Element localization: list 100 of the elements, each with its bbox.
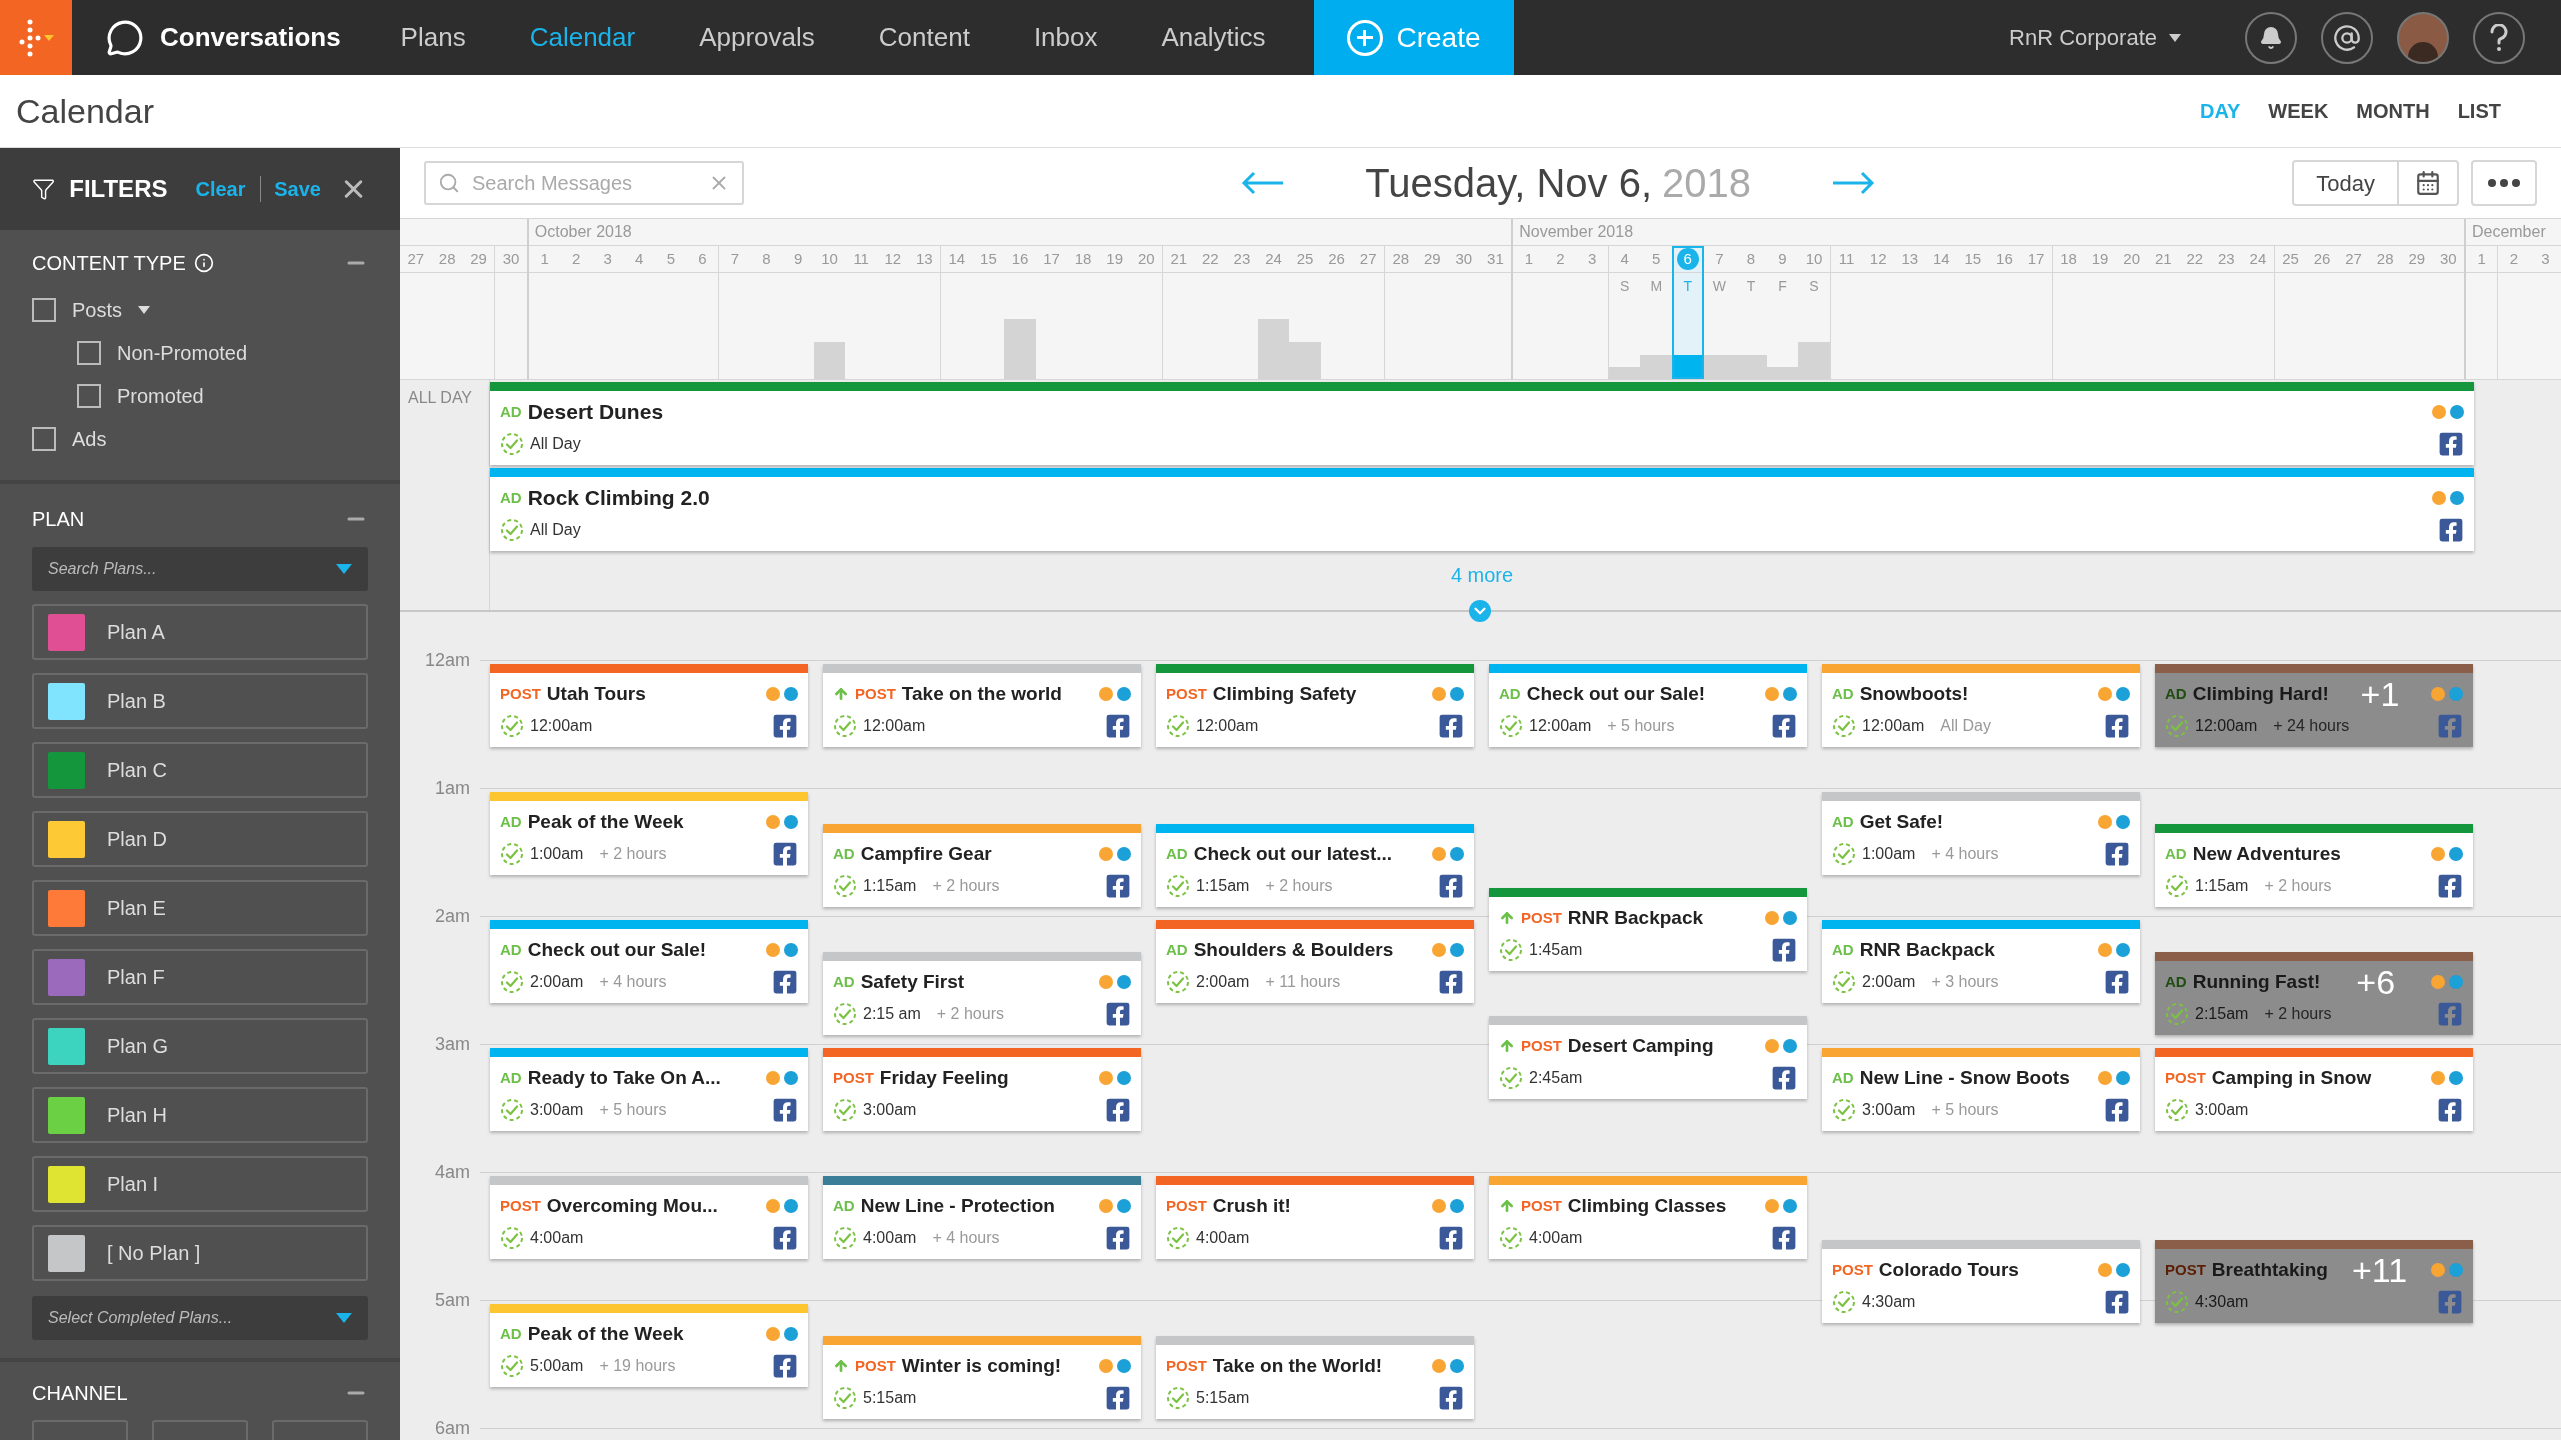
event-card[interactable]: POST Take on the World! 5:15am	[1156, 1336, 1474, 1419]
event-card[interactable]: AD Desert Dunes All Day	[490, 382, 2474, 465]
day-number[interactable]: 15	[1964, 247, 1982, 271]
day-number[interactable]: 9	[793, 247, 803, 271]
day-number[interactable]: 28	[438, 247, 456, 271]
next-arrow-icon[interactable]	[1831, 171, 1876, 195]
plan-search-input[interactable]: Search Plans...	[48, 557, 336, 581]
day-number[interactable]: 27	[407, 247, 425, 271]
day-number[interactable]: 4	[635, 247, 644, 271]
event-card[interactable]: POST Take on the world 12:00am	[823, 664, 1141, 747]
day-number[interactable]: 1	[2477, 247, 2486, 271]
day-number[interactable]: 3	[1587, 247, 1597, 271]
day-number[interactable]: 10	[1805, 247, 1823, 271]
day-number[interactable]: 3	[2541, 247, 2550, 271]
nav-link[interactable]: Analytics	[1161, 18, 1266, 57]
day-number[interactable]: 22	[2186, 247, 2204, 271]
more-options-button[interactable]	[2471, 160, 2537, 206]
plan-item[interactable]: Plan B	[32, 673, 368, 729]
event-card[interactable]: AD Peak of the Week 1:00am + 2 hours	[490, 792, 808, 875]
event-card[interactable]: AD Climbing Hard! +1 12:00am + 24 hours	[2155, 664, 2473, 747]
view-tab[interactable]: DAY	[2199, 96, 2241, 126]
event-card[interactable]: AD Check out our Sale! 2:00am + 4 hours	[490, 920, 808, 1003]
user-avatar[interactable]	[2397, 11, 2449, 64]
day-number[interactable]: 29	[2408, 247, 2426, 271]
day-number[interactable]: 20	[1137, 247, 1155, 271]
day-number[interactable]: 24	[1265, 247, 1282, 271]
notifications-button[interactable]	[2245, 11, 2297, 64]
day-number[interactable]: 13	[1901, 247, 1919, 271]
event-card[interactable]: POST Climbing Classes 4:00am	[1489, 1176, 1807, 1259]
day-number[interactable]: 23	[1233, 247, 1251, 271]
nav-link[interactable]: Plans	[400, 18, 466, 57]
day-number[interactable]: 12	[1869, 247, 1887, 271]
event-card[interactable]: AD Ready to Take On A... 3:00am + 5 hours	[490, 1048, 808, 1131]
event-card[interactable]: AD Running Fast! +6 2:15am + 2 hours	[2155, 952, 2473, 1035]
day-number[interactable]: 23	[2218, 247, 2235, 271]
day-number[interactable]: 28	[2376, 247, 2394, 271]
event-card[interactable]: AD Shoulders & Boulders 2:00am + 11 hours	[1156, 920, 1474, 1003]
day-number[interactable]: 1	[1524, 247, 1534, 271]
search-field[interactable]: Search Messages	[424, 161, 744, 205]
more-events-count[interactable]: +11	[2351, 1257, 2408, 1283]
event-card[interactable]: POST Winter is coming! 5:15am	[823, 1336, 1141, 1419]
checkbox[interactable]	[32, 427, 56, 451]
plan-item[interactable]: Plan G	[32, 1018, 368, 1074]
search-input[interactable]: Search Messages	[472, 168, 696, 198]
day-number[interactable]: 2	[2509, 247, 2519, 271]
day-number[interactable]: 4	[1620, 247, 1629, 271]
completed-plans-input[interactable]: Select Completed Plans...	[48, 1306, 336, 1330]
event-card[interactable]: POST Overcoming Mou... 4:00am	[490, 1176, 808, 1259]
day-number[interactable]: 31	[1487, 247, 1504, 271]
event-card[interactable]: AD Get Safe! 1:00am + 4 hours	[1822, 792, 2140, 875]
plan-item[interactable]: Plan I	[32, 1156, 368, 1212]
app-logo[interactable]	[0, 0, 72, 75]
day-number[interactable]: 30	[2439, 247, 2457, 271]
day-number[interactable]: 17	[1043, 247, 1060, 271]
event-card[interactable]: POST Breathtaking +11 4:30am	[2155, 1240, 2473, 1323]
plan-item[interactable]: Plan D	[32, 811, 368, 867]
event-card[interactable]: AD New Line - Protection 4:00am + 4 hours	[823, 1176, 1141, 1259]
plan-item[interactable]: Plan E	[32, 880, 368, 936]
day-number[interactable]: 11	[853, 247, 869, 271]
nav-link[interactable]: Content	[878, 18, 970, 57]
event-card[interactable]: POST Camping in Snow 3:00am	[2155, 1048, 2473, 1131]
day-number[interactable]: 25	[2282, 247, 2299, 271]
event-card[interactable]: AD RNR Backpack 2:00am + 3 hours	[1822, 920, 2140, 1003]
event-card[interactable]: AD Campfire Gear 1:15am + 2 hours	[823, 824, 1141, 907]
plan-item[interactable]: Plan H	[32, 1087, 368, 1143]
event-card[interactable]: POST Desert Camping 2:45am	[1489, 1016, 1807, 1099]
event-card[interactable]: AD Safety First 2:15 am + 2 hours	[823, 952, 1141, 1035]
more-link[interactable]: 4 more	[1450, 560, 1514, 590]
day-number[interactable]: 22	[1202, 247, 1219, 271]
nav-link[interactable]: Approvals	[699, 18, 815, 57]
day-number[interactable]: 26	[2313, 247, 2331, 271]
day-number[interactable]: 14	[1932, 247, 1950, 271]
day-number[interactable]: 21	[2154, 247, 2172, 271]
day-number[interactable]: 28	[1392, 247, 1410, 271]
event-card[interactable]: AD Check out our Sale! 12:00am + 5 hours	[1489, 664, 1807, 747]
day-number[interactable]: 18	[2060, 247, 2077, 271]
event-card[interactable]: POST RNR Backpack 1:45am	[1489, 888, 1807, 971]
event-card[interactable]: POST Crush it! 4:00am	[1156, 1176, 1474, 1259]
day-number[interactable]: 25	[1296, 247, 1314, 271]
event-card[interactable]: POST Colorado Tours 4:30am	[1822, 1240, 2140, 1323]
event-card[interactable]: POST Climbing Safety 12:00am	[1156, 664, 1474, 747]
save-link[interactable]: Save	[274, 174, 321, 204]
previous-arrow-icon[interactable]	[1241, 171, 1286, 195]
expand-chevron-icon[interactable]	[1469, 600, 1491, 622]
view-tab[interactable]: WEEK	[2268, 96, 2329, 126]
day-number[interactable]: 5	[1652, 247, 1661, 271]
more-events-count[interactable]: +1	[2360, 681, 2400, 707]
caret-icon[interactable]	[138, 306, 151, 314]
completed-plans-dropdown[interactable]: Select Completed Plans...	[32, 1296, 368, 1340]
plan-item[interactable]: Plan F	[32, 949, 368, 1005]
day-number[interactable]: 30	[1455, 247, 1473, 271]
day-number[interactable]: 27	[2345, 247, 2362, 271]
day-number[interactable]: 27	[1359, 247, 1377, 271]
day-number[interactable]: 26	[1328, 247, 1345, 271]
view-tab[interactable]: MONTH	[2356, 96, 2430, 126]
day-number[interactable]: 7	[1715, 247, 1724, 271]
day-number[interactable]: 9	[1778, 247, 1787, 271]
day-number[interactable]: 29	[1423, 247, 1441, 271]
account-dropdown[interactable]: RnR Corporate	[2009, 21, 2181, 54]
day-number[interactable]: 5	[666, 247, 675, 271]
